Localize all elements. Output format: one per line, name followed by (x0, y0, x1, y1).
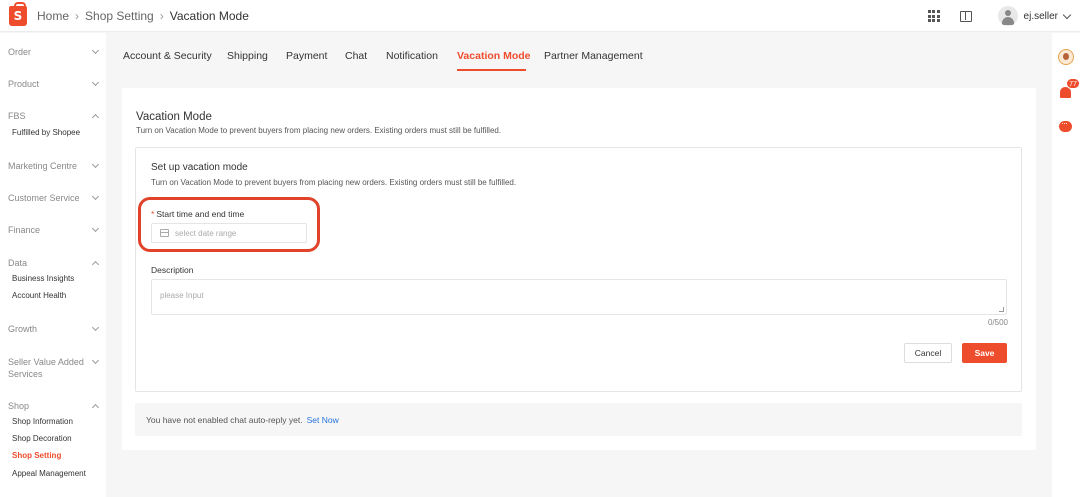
sidebar-item-shop-information[interactable]: Shop Information (12, 417, 73, 426)
sidebar-item-business-insights[interactable]: Business Insights (12, 274, 74, 283)
sidebar-section-product[interactable]: Product (8, 78, 100, 90)
sidebar-section-label: Finance (8, 225, 41, 235)
sidebar-section-order[interactable]: Order (8, 46, 100, 58)
logo-letter: S (13, 8, 23, 23)
breadcrumb-separator-icon: › (75, 8, 80, 23)
sidebar-section-label: Product (8, 79, 40, 89)
chat-icon[interactable] (1059, 118, 1072, 132)
cancel-button[interactable]: Cancel (904, 343, 952, 363)
chevron-down-icon (91, 78, 100, 87)
breadcrumb-separator-icon: › (159, 8, 164, 23)
tab-account-security[interactable]: Account & Security (123, 50, 212, 62)
sidebar-section-label: Data (8, 258, 28, 268)
chevron-up-icon (91, 113, 100, 122)
sidebar-section-label: Order (8, 47, 32, 57)
description-placeholder: please Input (160, 291, 204, 300)
description-textarea[interactable]: please Input (151, 279, 1007, 315)
page-title: Vacation Mode (136, 111, 212, 123)
setup-panel: Set up vacation mode Turn on Vacation Mo… (135, 147, 1022, 392)
char-counter: 0/500 (987, 318, 1008, 327)
notification-badge: 77 (1066, 78, 1080, 89)
tab-notification[interactable]: Notification (386, 50, 438, 62)
description-label: Description (151, 265, 194, 275)
tab-shipping[interactable]: Shipping (227, 50, 268, 62)
required-mark: * (151, 209, 155, 219)
user-avatar-icon[interactable] (997, 6, 1018, 26)
sidebar-section-growth[interactable]: Growth (8, 323, 100, 335)
chevron-down-icon (91, 224, 100, 233)
sidebar-section-data[interactable]: Data (8, 257, 100, 269)
sidebar: Order Product FBS Fulfilled by Shopee Ma… (0, 33, 106, 497)
sidebar-section-customer-service[interactable]: Customer Service (8, 192, 100, 204)
chevron-down-icon (91, 192, 100, 201)
chevron-down-icon (91, 160, 100, 169)
book-icon[interactable] (959, 10, 972, 22)
calendar-icon (160, 229, 169, 237)
sidebar-section-label: Marketing Centre (8, 161, 78, 171)
sidebar-section-finance[interactable]: Finance (8, 224, 100, 236)
sidebar-section-fbs[interactable]: FBS (8, 110, 100, 122)
sidebar-item-shop-setting[interactable]: Shop Setting (12, 451, 61, 460)
breadcrumb-shop-setting[interactable]: Shop Setting (85, 9, 154, 23)
resize-handle-icon[interactable] (999, 307, 1004, 312)
tab-vacation-mode[interactable]: Vacation Mode (457, 50, 531, 62)
sidebar-section-label: FBS (8, 111, 26, 121)
sidebar-section-shop[interactable]: Shop (8, 400, 100, 412)
sidebar-section-seller-value-added[interactable]: Seller Value Added Services (8, 356, 100, 380)
setup-description: Turn on Vacation Mode to prevent buyers … (151, 178, 517, 187)
breadcrumb-current: Vacation Mode (169, 8, 249, 23)
top-bar: S Home › Shop Setting › Vacation Mode ej… (0, 0, 1080, 32)
right-rail: 77 (1052, 33, 1080, 497)
sidebar-section-label: Customer Service (8, 193, 80, 203)
time-range-label-text: Start time and end time (156, 209, 245, 219)
set-now-link[interactable]: Set Now (307, 415, 339, 425)
settings-tabs: Account & Security Shipping Payment Chat… (107, 33, 1053, 77)
shopee-logo-icon[interactable]: S (9, 1, 27, 26)
sidebar-item-appeal-management[interactable]: Appeal Management (12, 469, 86, 478)
save-button[interactable]: Save (962, 343, 1007, 363)
chevron-down-icon (91, 46, 100, 55)
chevron-up-icon (91, 260, 100, 269)
chevron-down-icon (91, 323, 100, 332)
tab-chat[interactable]: Chat (345, 50, 367, 62)
chevron-down-icon (91, 356, 100, 365)
tab-payment[interactable]: Payment (286, 50, 327, 62)
notice-text: You have not enabled chat auto-reply yet… (146, 414, 303, 425)
date-range-placeholder: select date range (175, 228, 237, 238)
sidebar-section-label: Shop (8, 401, 30, 411)
chevron-up-icon (91, 403, 100, 412)
sidebar-item-shop-decoration[interactable]: Shop Decoration (12, 434, 72, 443)
auto-reply-notice: You have not enabled chat auto-reply yet… (135, 403, 1022, 436)
date-range-picker[interactable]: select date range (151, 223, 307, 243)
assistant-avatar-icon[interactable] (1058, 49, 1074, 65)
sidebar-section-marketing[interactable]: Marketing Centre (8, 160, 100, 172)
sidebar-item-fulfilled-by-shopee[interactable]: Fulfilled by Shopee (12, 128, 80, 137)
tab-partner-management[interactable]: Partner Management (544, 50, 643, 62)
breadcrumb-home[interactable]: Home (37, 9, 69, 23)
apps-grid-icon[interactable] (927, 10, 940, 22)
sidebar-section-label: Seller Value Added Services (8, 357, 84, 379)
username[interactable]: ej.seller (1024, 11, 1058, 22)
setup-title: Set up vacation mode (151, 162, 248, 173)
page-description: Turn on Vacation Mode to prevent buyers … (136, 126, 502, 135)
time-range-label: * Start time and end time (151, 209, 244, 219)
active-tab-indicator (457, 69, 526, 71)
vacation-mode-card: Vacation Mode Turn on Vacation Mode to p… (122, 88, 1036, 450)
sidebar-item-account-health[interactable]: Account Health (12, 291, 66, 300)
chevron-down-icon[interactable] (1062, 10, 1072, 19)
sidebar-section-label: Growth (8, 324, 38, 334)
